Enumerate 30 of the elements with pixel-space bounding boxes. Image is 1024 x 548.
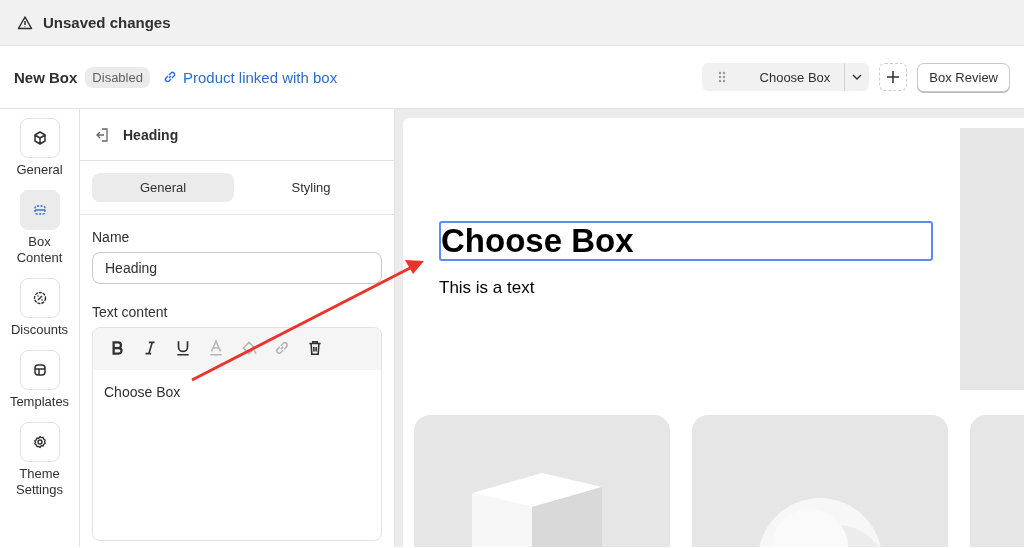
page-title: New Box: [14, 68, 78, 86]
plus-icon: [886, 70, 901, 84]
field-label: Name: [92, 229, 131, 245]
add-button[interactable]: [879, 63, 908, 91]
panel-title: Heading: [123, 126, 179, 143]
field-label: Text content: [92, 304, 169, 320]
warning-icon: [17, 14, 33, 31]
cube-icon: [31, 130, 48, 146]
product-link[interactable]: Product linked with box: [161, 68, 338, 86]
sidebar-item[interactable]: Templates: [6, 350, 73, 410]
tab[interactable]: Styling: [240, 173, 382, 202]
settings-icon: [31, 434, 48, 450]
heading-text[interactable]: Choose Box: [439, 221, 933, 261]
box-review-button[interactable]: Box Review: [917, 62, 1010, 92]
body-text: This is a text: [439, 278, 536, 298]
status-badge: Disabled: [85, 66, 150, 88]
discount-icon: [31, 290, 48, 306]
layout-icon: [31, 362, 48, 378]
sidebar-item[interactable]: Box Content: [6, 190, 73, 266]
editor-text: Choose Box: [103, 383, 182, 402]
text-editor[interactable]: Choose Box: [92, 327, 382, 541]
sidebar-item[interactable]: Theme Settings: [6, 422, 73, 498]
tab[interactable]: General: [92, 173, 234, 202]
page-select[interactable]: Choose Box: [701, 63, 870, 91]
back-icon[interactable]: [95, 126, 111, 143]
sidebar-item[interactable]: Discounts: [6, 278, 73, 338]
name-field[interactable]: Heading: [92, 252, 382, 284]
sidebar-item[interactable]: General: [6, 118, 73, 178]
dashed-layout-icon: [31, 202, 48, 218]
banner-text: Unsaved changes: [43, 14, 171, 31]
